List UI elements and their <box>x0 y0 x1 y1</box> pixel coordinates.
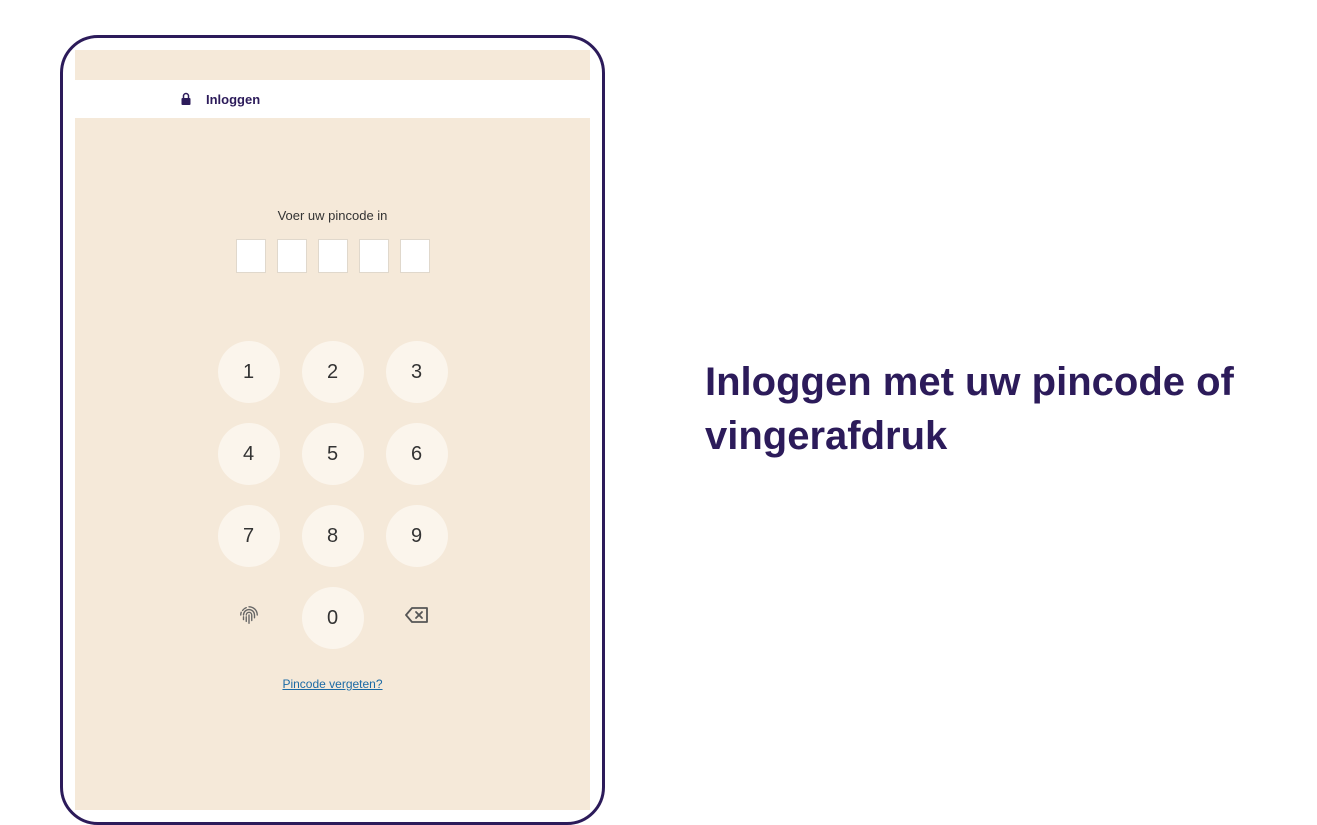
tablet-device-frame: Inloggen Voer uw pincode in 1 2 3 4 5 6 … <box>60 35 605 825</box>
pin-digit-1[interactable] <box>236 239 266 273</box>
marketing-copy: Inloggen met uw pincode of vingerafdruk <box>605 35 1257 463</box>
keypad-9[interactable]: 9 <box>386 505 448 567</box>
backspace-icon <box>405 606 429 630</box>
fingerprint-button[interactable] <box>218 587 280 649</box>
keypad-5[interactable]: 5 <box>302 423 364 485</box>
keypad-4[interactable]: 4 <box>218 423 280 485</box>
pin-digit-4[interactable] <box>359 239 389 273</box>
backspace-button[interactable] <box>386 587 448 649</box>
keypad-7[interactable]: 7 <box>218 505 280 567</box>
pin-input-boxes <box>75 239 590 273</box>
pin-prompt: Voer uw pincode in <box>75 208 590 223</box>
header-title: Inloggen <box>206 92 260 107</box>
keypad-0[interactable]: 0 <box>302 587 364 649</box>
app-header: Inloggen <box>75 80 590 118</box>
keypad-8[interactable]: 8 <box>302 505 364 567</box>
pin-digit-3[interactable] <box>318 239 348 273</box>
lock-icon <box>180 92 192 106</box>
pin-digit-2[interactable] <box>277 239 307 273</box>
forgot-pincode-link[interactable]: Pincode vergeten? <box>75 677 590 691</box>
numeric-keypad: 1 2 3 4 5 6 7 8 9 <box>75 341 590 649</box>
keypad-6[interactable]: 6 <box>386 423 448 485</box>
keypad-1[interactable]: 1 <box>218 341 280 403</box>
pin-digit-5[interactable] <box>400 239 430 273</box>
pin-entry-section: Voer uw pincode in 1 2 3 4 5 6 7 8 9 <box>75 118 590 691</box>
tablet-screen: Inloggen Voer uw pincode in 1 2 3 4 5 6 … <box>75 50 590 810</box>
marketing-heading: Inloggen met uw pincode of vingerafdruk <box>705 355 1257 463</box>
keypad-3[interactable]: 3 <box>386 341 448 403</box>
fingerprint-icon <box>238 604 260 632</box>
keypad-2[interactable]: 2 <box>302 341 364 403</box>
